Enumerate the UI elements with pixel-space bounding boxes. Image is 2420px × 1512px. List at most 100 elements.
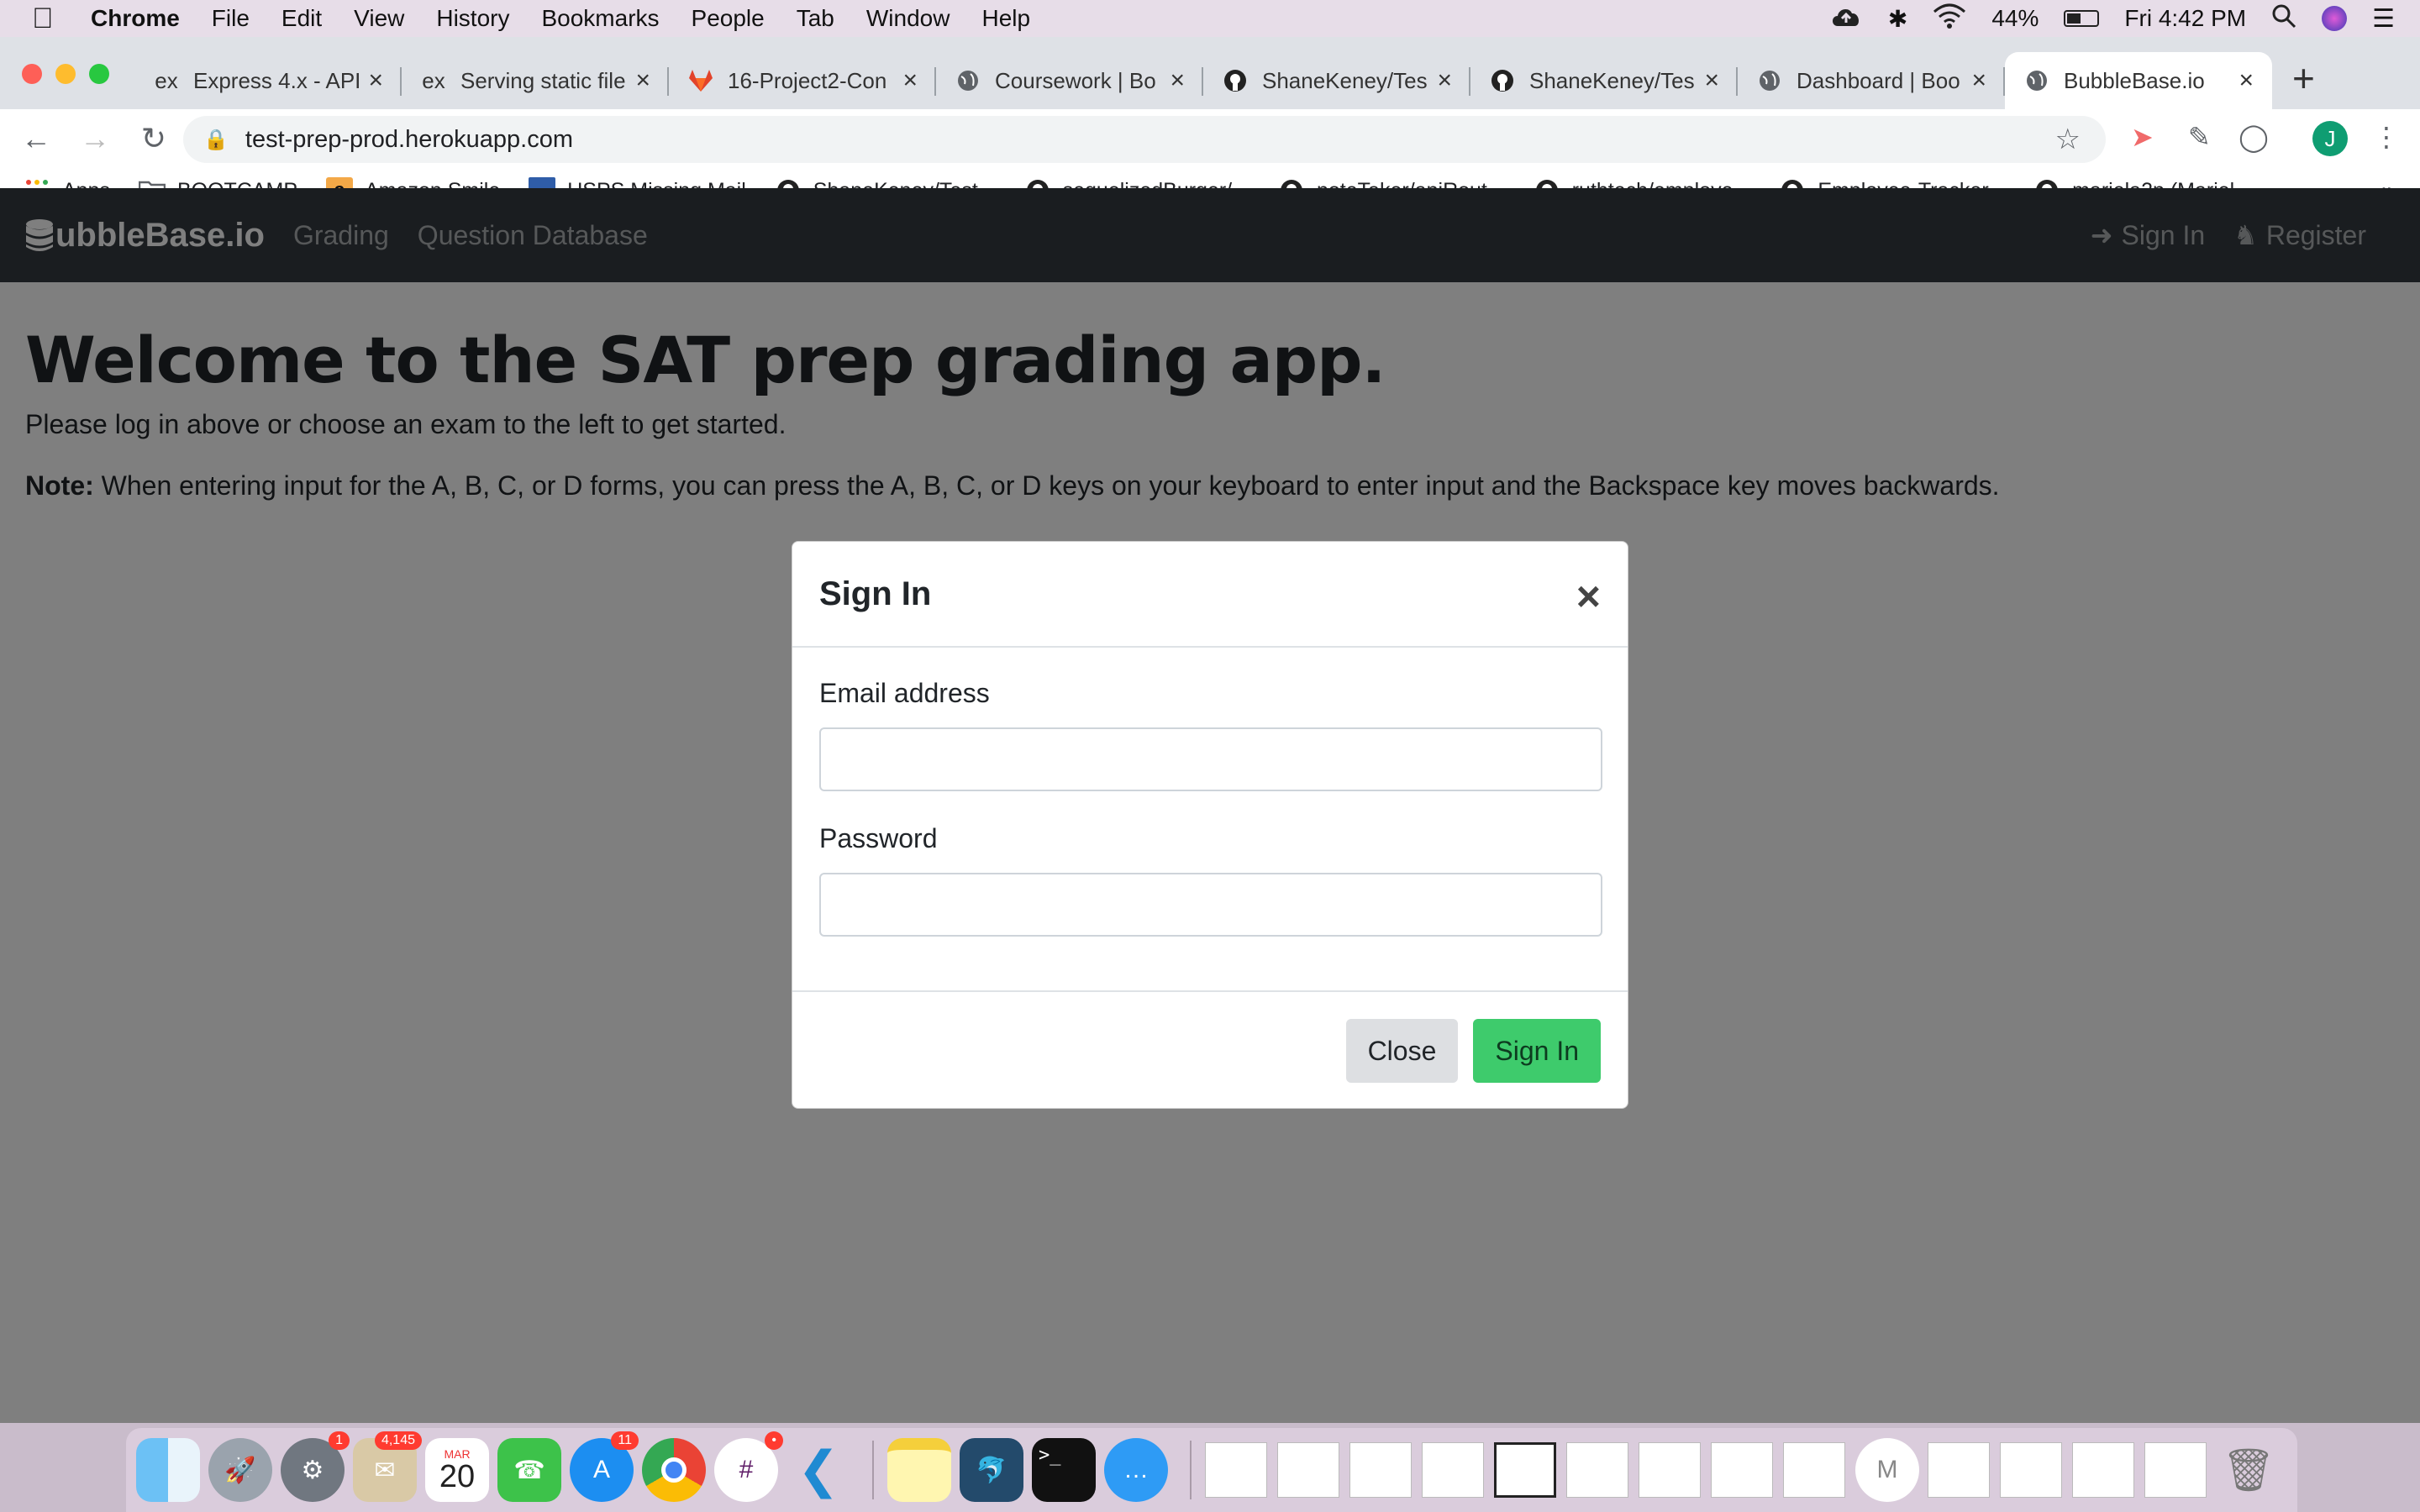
tab-close-icon[interactable]: × [2238,66,2254,95]
bookmark-star-icon[interactable]: ☆ [2055,123,2081,156]
tab-title: Serving static file [460,67,626,93]
minimized-window-thumbnail[interactable] [1422,1442,1484,1498]
menu-app-chrome[interactable]: Chrome [91,5,180,32]
mysql-workbench-icon[interactable]: 🐬 [960,1438,1023,1502]
profile-avatar[interactable]: J [2312,121,2348,156]
apple-menu-icon[interactable]:  [32,3,66,35]
lock-icon[interactable]: 🔒 [203,128,229,152]
tab-close-icon[interactable]: × [1704,66,1719,95]
vscode-icon[interactable]: ❮ [786,1438,850,1502]
battery-percent[interactable]: 44% [1991,5,2039,32]
tab-coursework[interactable]: Coursework | Bo × [936,52,1203,109]
menu-view[interactable]: View [354,5,404,32]
password-field[interactable] [819,873,1602,937]
notes-icon[interactable] [887,1438,951,1502]
window-controls [22,64,109,84]
notification-center-icon[interactable]: ☰ [2372,4,2395,34]
minimized-window-thumbnail[interactable] [1349,1442,1412,1498]
tab-bubblebase[interactable]: BubbleBase.io × [2005,52,2272,109]
facetime-icon[interactable]: ☎ [497,1438,561,1502]
tab-close-icon[interactable]: × [635,66,650,95]
github-icon [1489,67,1516,94]
dock-separator [1190,1441,1192,1499]
zoom-window-button[interactable] [89,64,109,84]
minimized-window-thumbnail[interactable] [1928,1442,1990,1498]
minimized-profile-avatar[interactable]: M [1855,1438,1919,1502]
forward-arrow-icon[interactable]: → [66,121,124,156]
close-window-button[interactable] [22,64,42,84]
trash-icon[interactable]: 🗑 [2217,1438,2281,1502]
menu-history[interactable]: History [436,5,509,32]
cloud-upload-icon[interactable] [1829,4,1863,34]
battery-icon[interactable] [2064,10,2100,27]
bluetooth-icon[interactable]: ✱ [1888,5,1907,33]
launchpad-icon[interactable]: 🚀 [208,1438,272,1502]
minimized-window-thumbnail[interactable] [2000,1442,2062,1498]
menu-edit[interactable]: Edit [281,5,322,32]
web-page: ubbleBase.io Grading Question Database ➜… [0,188,2420,1423]
globe-icon [1756,67,1783,94]
tab-close-icon[interactable]: × [368,66,383,95]
tab-close-icon[interactable]: × [1437,66,1452,95]
tab-title: BubbleBase.io [2064,67,2205,93]
tab-express-api[interactable]: ex Express 4.x - API × [134,52,402,109]
messages-icon[interactable]: … [1104,1438,1168,1502]
spotlight-search-icon[interactable] [2271,3,2296,34]
finder-icon[interactable] [136,1438,200,1502]
tab-list: ex Express 4.x - API × ex Serving static… [134,52,2272,109]
menu-tab[interactable]: Tab [797,5,834,32]
close-button[interactable]: Close [1345,1019,1459,1083]
terminal-icon[interactable]: >_ [1032,1438,1096,1502]
minimized-window-thumbnail[interactable] [1711,1442,1773,1498]
wifi-icon[interactable] [1933,3,1966,34]
tab-dashboard[interactable]: Dashboard | Boo × [1738,52,2005,109]
tab-project2[interactable]: 16-Project2-Con × [669,52,936,109]
reload-icon[interactable]: ↻ [124,121,183,156]
menu-bookmarks[interactable]: Bookmarks [541,5,659,32]
mail-icon[interactable]: ✉ 4,145 [353,1431,422,1502]
siri-icon[interactable] [2322,6,2348,31]
minimized-window-thumbnail[interactable] [1205,1442,1267,1498]
modal-footer: Close Sign In [792,992,1628,1110]
chrome-menu-icon[interactable]: ⋮ [2373,121,2400,153]
url-text[interactable]: test-prep-prod.herokuapp.com [245,126,573,154]
minimized-window-thumbnail[interactable] [1783,1442,1845,1498]
minimized-window-thumbnail[interactable] [1277,1442,1339,1498]
chrome-icon[interactable] [642,1438,706,1502]
minimized-window-thumbnail[interactable] [1494,1442,1556,1498]
extension-cast-icon[interactable]: ➤ [2131,121,2154,153]
new-tab-button[interactable]: + [2292,55,2315,101]
back-arrow-icon[interactable]: ← [7,121,66,156]
address-bar[interactable]: 🔒 test-prep-prod.herokuapp.com ☆ [183,116,2106,163]
minimized-window-thumbnail[interactable] [1566,1442,1628,1498]
tab-close-icon[interactable]: × [1971,66,1986,95]
tab-serving-static[interactable]: ex Serving static file × [402,52,669,109]
tab-title: 16-Project2-Con [728,67,887,93]
tab-shanekeney-1[interactable]: ShaneKeney/Tes × [1203,52,1470,109]
minimized-window-thumbnail[interactable] [2072,1442,2134,1498]
extension-eyedropper-icon[interactable]: ✎ [2188,121,2211,153]
menu-help[interactable]: Help [981,5,1030,32]
close-icon[interactable]: × [1576,572,1601,621]
minimized-window-thumbnail[interactable] [2144,1442,2207,1498]
minimized-window-thumbnail[interactable] [1639,1442,1701,1498]
menu-clock[interactable]: Fri 4:42 PM [2124,5,2246,32]
extension-code-icon[interactable]: ◯ [2238,121,2269,153]
tab-close-icon[interactable]: × [1170,66,1185,95]
notification-badge: 1 [329,1431,350,1450]
tab-title: ShaneKeney/Tes [1262,67,1428,93]
email-field[interactable] [819,727,1602,791]
calendar-icon[interactable]: MAR 20 [425,1438,489,1502]
menu-file[interactable]: File [212,5,250,32]
system-preferences-icon[interactable]: ⚙ 1 [281,1431,350,1502]
sign-in-button[interactable]: Sign In [1473,1019,1601,1083]
menu-window[interactable]: Window [866,5,950,32]
minimize-window-button[interactable] [55,64,76,84]
menu-people[interactable]: People [692,5,765,32]
tab-shanekeney-2[interactable]: ShaneKeney/Tes × [1470,52,1738,109]
app-store-icon[interactable]: A 11 [570,1431,639,1502]
express-favicon-icon: ex [422,67,445,93]
tab-close-icon[interactable]: × [902,66,918,95]
dock-separator [872,1441,874,1499]
slack-icon[interactable]: # • [714,1431,783,1502]
